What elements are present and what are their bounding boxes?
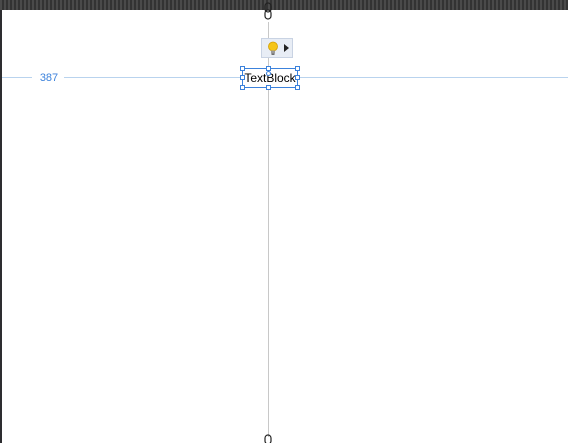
center-handle[interactable] [266, 71, 271, 76]
caret-right-icon [284, 44, 289, 52]
margin-guide-left [2, 77, 32, 78]
anchor-lock-icon[interactable] [263, 2, 273, 20]
anchor-lock-icon[interactable] [263, 434, 273, 443]
resize-handle-top-left[interactable] [240, 66, 245, 71]
lightbulb-icon [268, 41, 278, 55]
designer-top-strip [0, 0, 568, 10]
margin-distance-label: 387 [39, 72, 59, 84]
margin-guide-line [64, 77, 240, 78]
resize-handle-bottom-left[interactable] [240, 85, 245, 90]
resize-handle-top-right[interactable] [295, 66, 300, 71]
resize-handle-bottom-right[interactable] [295, 85, 300, 90]
resize-handle-left[interactable] [240, 75, 245, 80]
resize-handle-bottom[interactable] [266, 85, 271, 90]
margin-guide-right [300, 77, 568, 78]
resize-handle-right[interactable] [295, 75, 300, 80]
smart-tag-button[interactable] [261, 38, 293, 58]
